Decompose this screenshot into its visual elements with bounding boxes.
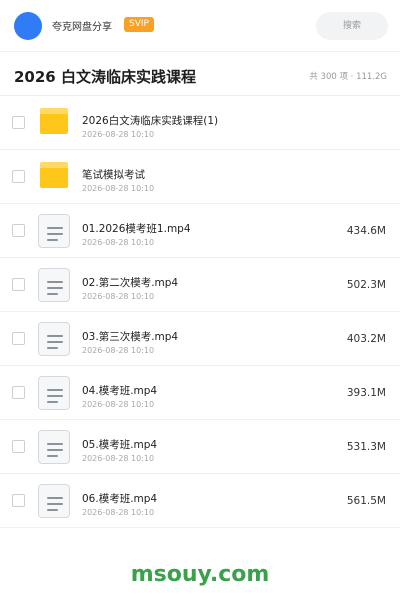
video-file-icon [38,430,70,464]
video-file-icon [38,214,70,248]
select-checkbox[interactable] [12,116,25,129]
page-title: 2026 白文涛临床实践课程 [14,68,196,86]
select-checkbox[interactable] [12,170,25,183]
file-name: 02.第二次模考.mp4 [82,277,179,289]
list-item[interactable]: 笔试模拟考试 2026-08-28 10:10 [0,150,400,204]
folder-icon [40,108,68,134]
avatar[interactable] [14,12,42,40]
file-date: 2026-08-28 10:10 [82,184,155,193]
select-checkbox[interactable] [12,440,25,453]
file-name: 笔试模拟考试 [82,169,145,181]
file-size: 393.1M [346,387,386,399]
select-checkbox[interactable] [12,278,25,291]
file-date: 2026-08-28 10:10 [82,346,155,355]
list-item[interactable]: 2026白文涛临床实践课程(1) 2026-08-28 10:10 [0,96,400,150]
video-file-icon [38,376,70,410]
file-date: 2026-08-28 10:10 [82,508,155,517]
file-date: 2026-08-28 10:10 [82,454,155,463]
video-file-icon [38,484,70,518]
file-date: 2026-08-28 10:10 [82,292,155,301]
file-name: 04.模考班.mp4 [82,385,158,397]
file-size: 434.6M [346,225,386,237]
file-size: 502.3M [346,279,386,291]
share-name: 夸克网盘分享 [52,22,112,33]
file-date: 2026-08-28 10:10 [82,400,155,409]
video-file-icon [38,322,70,356]
folder-icon [40,162,68,188]
search-input[interactable] [316,12,388,40]
video-file-icon [38,268,70,302]
file-size: 531.3M [346,441,386,453]
watermark: msouy.com [130,562,270,587]
top-bar: 夸克网盘分享 SVIP [0,0,400,52]
file-name: 05.模考班.mp4 [82,439,158,451]
select-checkbox[interactable] [12,494,25,507]
file-name: 01.2026模考班1.mp4 [82,223,191,235]
select-checkbox[interactable] [12,386,25,399]
folder-header: 2026 白文涛临床实践课程 共 300 项 · 111.2G [0,52,400,96]
file-name: 06.模考班.mp4 [82,493,158,505]
file-name: 2026白文涛临床实践课程(1) [82,115,219,127]
list-item[interactable]: 06.模考班.mp4 2026-08-28 10:10 561.5M [0,474,400,528]
select-checkbox[interactable] [12,332,25,345]
list-item[interactable]: 02.第二次模考.mp4 2026-08-28 10:10 502.3M [0,258,400,312]
file-name: 03.第三次模考.mp4 [82,331,179,343]
list-item[interactable]: 01.2026模考班1.mp4 2026-08-28 10:10 434.6M [0,204,400,258]
file-date: 2026-08-28 10:10 [82,238,155,247]
list-item[interactable]: 05.模考班.mp4 2026-08-28 10:10 531.3M [0,420,400,474]
file-size: 403.2M [346,333,386,345]
svip-badge: SVIP [124,17,154,32]
list-item[interactable]: 04.模考班.mp4 2026-08-28 10:10 393.1M [0,366,400,420]
file-size: 561.5M [346,495,386,507]
file-date: 2026-08-28 10:10 [82,130,155,139]
file-list: 2026白文涛临床实践课程(1) 2026-08-28 10:10 笔试模拟考试… [0,96,400,528]
select-checkbox[interactable] [12,224,25,237]
folder-summary: 共 300 项 · 111.2G [309,72,387,82]
list-item[interactable]: 03.第三次模考.mp4 2026-08-28 10:10 403.2M [0,312,400,366]
